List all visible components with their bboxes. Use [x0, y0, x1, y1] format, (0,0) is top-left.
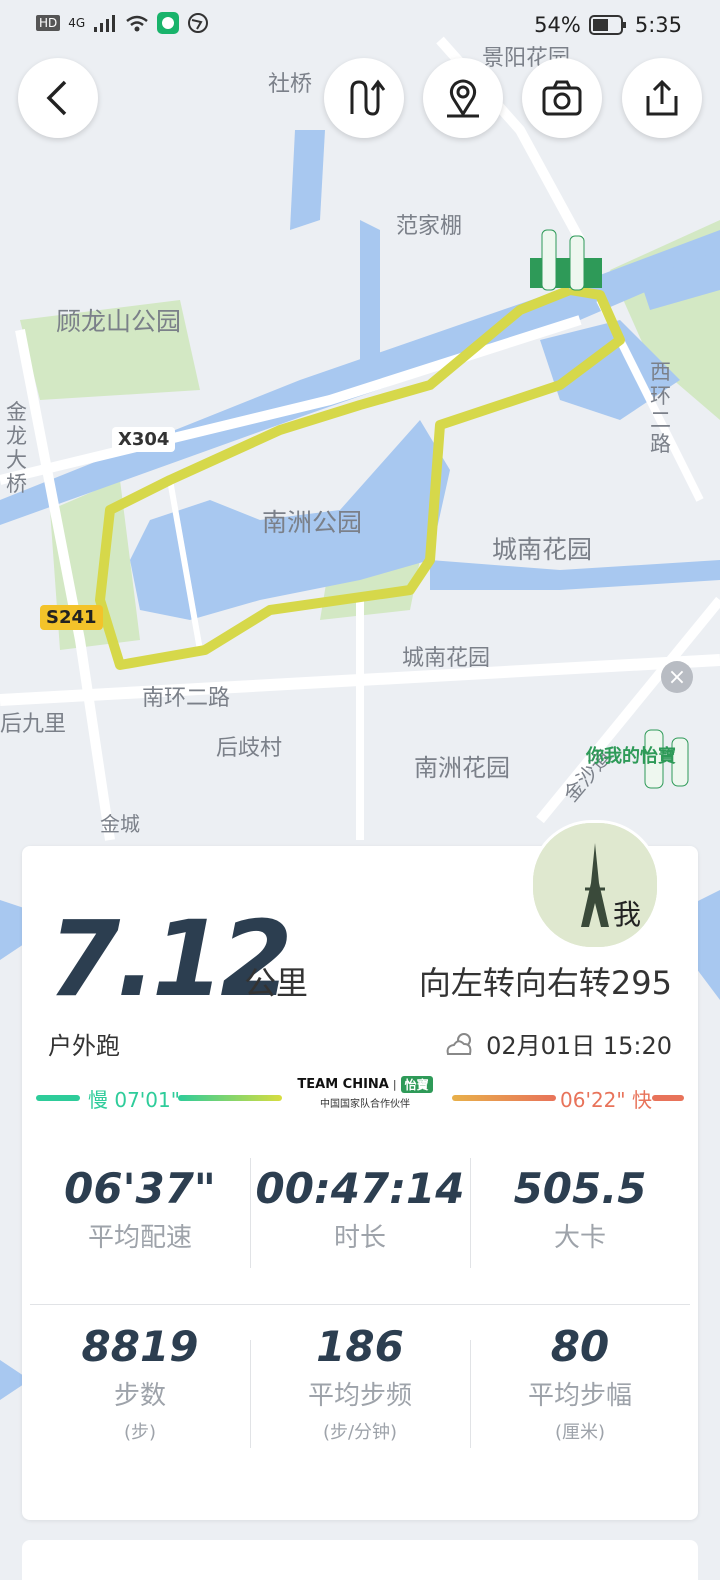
stride-unit: (厘米) [554, 1422, 606, 1443]
pace-bar: 慢 07'01" TEAM CHINA | 怡寶 中国国家队合作伙伴 06'22… [36, 1076, 686, 1118]
map-label-xihuan: 西环二路 [650, 360, 671, 456]
map-label-nanzhou-park: 南洲公园 [262, 508, 363, 537]
bottle-marker [569, 235, 585, 291]
avg-pace-value: 06'37" [64, 1164, 216, 1213]
steps-label: 步数 [113, 1381, 166, 1411]
location-button[interactable] [423, 58, 503, 138]
pace-gradient-end [652, 1095, 684, 1101]
slow-pace-label: 慢 07'01" [88, 1088, 180, 1112]
camera-button[interactable] [522, 58, 602, 138]
ad-text: 你我的怡寶 [586, 746, 676, 767]
stride-label: 平均步幅 [527, 1381, 632, 1411]
stat-avg-pace: 06'37" 平均配速 [30, 1164, 250, 1254]
stat-steps: 8819 步数 (步) [30, 1322, 250, 1444]
map-label-houqicun: 后歧村 [216, 736, 283, 761]
duration-label: 时长 [333, 1223, 386, 1253]
map-label-fanjiapeng: 范家棚 [396, 214, 463, 239]
map-label-nanhuan: 南环二路 [142, 686, 231, 711]
team-china-logo: TEAM CHINA | 怡寶 中国国家队合作伙伴 [280, 1076, 450, 1110]
stride-value: 80 [550, 1322, 610, 1371]
camera-icon [542, 80, 582, 116]
partner-subtitle: 中国国家队合作伙伴 [320, 1099, 410, 1110]
route-button[interactable] [324, 58, 404, 138]
pace-gradient-right [452, 1095, 556, 1101]
canal [360, 220, 380, 370]
stat-duration: 00:47:14 时长 [250, 1164, 470, 1254]
stat-divider [250, 1158, 251, 1268]
close-ad-button[interactable]: × [661, 661, 693, 693]
run-datetime: 02月01日 15:20 [444, 1026, 672, 1061]
cadence-label: 平均步频 [307, 1381, 412, 1411]
chevron-left-icon [46, 80, 67, 116]
route-icon [350, 79, 386, 116]
map-label-gulongshan: 顾龙山公园 [56, 307, 182, 336]
cadence-value: 186 [316, 1322, 404, 1371]
map-label-nanzhou-huayuan: 南洲花园 [414, 754, 510, 782]
stat-divider [250, 1340, 251, 1448]
clock: 5:35 [634, 13, 682, 37]
stat-divider [470, 1340, 471, 1448]
bottle-marker [541, 229, 557, 291]
datetime-text: 02月01日 15:20 [486, 1032, 672, 1060]
signal-icon [94, 15, 116, 32]
map-label-chengnan-huayuan: 城南花园 [492, 535, 593, 564]
stat-calories: 505.5 大卡 [470, 1164, 690, 1254]
status-bar: HD 4G 54% 5:35 [0, 0, 720, 52]
avg-pace-label: 平均配速 [87, 1223, 192, 1253]
stat-stride: 80 平均步幅 (厘米) [470, 1322, 690, 1444]
map-label-sheqiao: 社桥 [268, 72, 313, 97]
brand-separator: | [392, 1078, 397, 1091]
stat-cadence: 186 平均步频 (步/分钟) [250, 1322, 470, 1444]
steps-unit: (步) [123, 1422, 157, 1443]
map-label-jincheng: 金城 [100, 812, 140, 836]
calories-label: 大卡 [553, 1223, 606, 1253]
duration-value: 00:47:14 [255, 1164, 465, 1213]
battery-percent: 54% [534, 13, 581, 37]
avatar[interactable]: 我 [530, 820, 660, 950]
steps-value: 8819 [81, 1322, 199, 1371]
partner-logo: 怡寶 [400, 1076, 433, 1093]
road-badge-x304: X304 [112, 427, 176, 452]
hd-indicator: HD [36, 15, 61, 31]
avatar-character: 我 [613, 898, 642, 931]
team-china-text: TEAM CHINA [297, 1077, 389, 1092]
network-generation: 4G [68, 16, 86, 30]
fast-pace-label: 06'22" 快 [560, 1088, 652, 1112]
app-notification-icon [157, 12, 180, 34]
cadence-unit: (步/分钟) [322, 1422, 398, 1443]
route-name: 向左转向右转295 [418, 964, 672, 1002]
battery-icon [588, 15, 626, 35]
wifi-icon [126, 15, 148, 32]
bottom-card-peek [22, 1540, 698, 1580]
map-label-jinlongdaqiao: 金龙大桥 [6, 400, 27, 496]
back-button[interactable] [18, 58, 98, 138]
share-button[interactable] [622, 58, 702, 138]
share-icon [646, 79, 678, 116]
stat-divider [470, 1158, 471, 1268]
route-endpoint-flag [530, 258, 602, 288]
partly-cloudy-icon [446, 1032, 472, 1055]
road-badge-s241: S241 [40, 605, 103, 630]
run-type: 户外跑 [48, 1032, 120, 1060]
canal [290, 130, 325, 230]
distance-unit: 公里 [244, 964, 309, 1002]
pace-gradient-left [36, 1095, 80, 1101]
stats-row-divider [30, 1304, 690, 1305]
map-label-houjiuli: 后九里 [0, 712, 67, 737]
globe-icon [188, 13, 209, 33]
calories-value: 505.5 [513, 1164, 647, 1213]
location-pin-icon [447, 79, 479, 118]
pace-gradient-mid [178, 1095, 282, 1101]
map-label-chengnan-huayuan-2: 城南花园 [402, 646, 491, 671]
